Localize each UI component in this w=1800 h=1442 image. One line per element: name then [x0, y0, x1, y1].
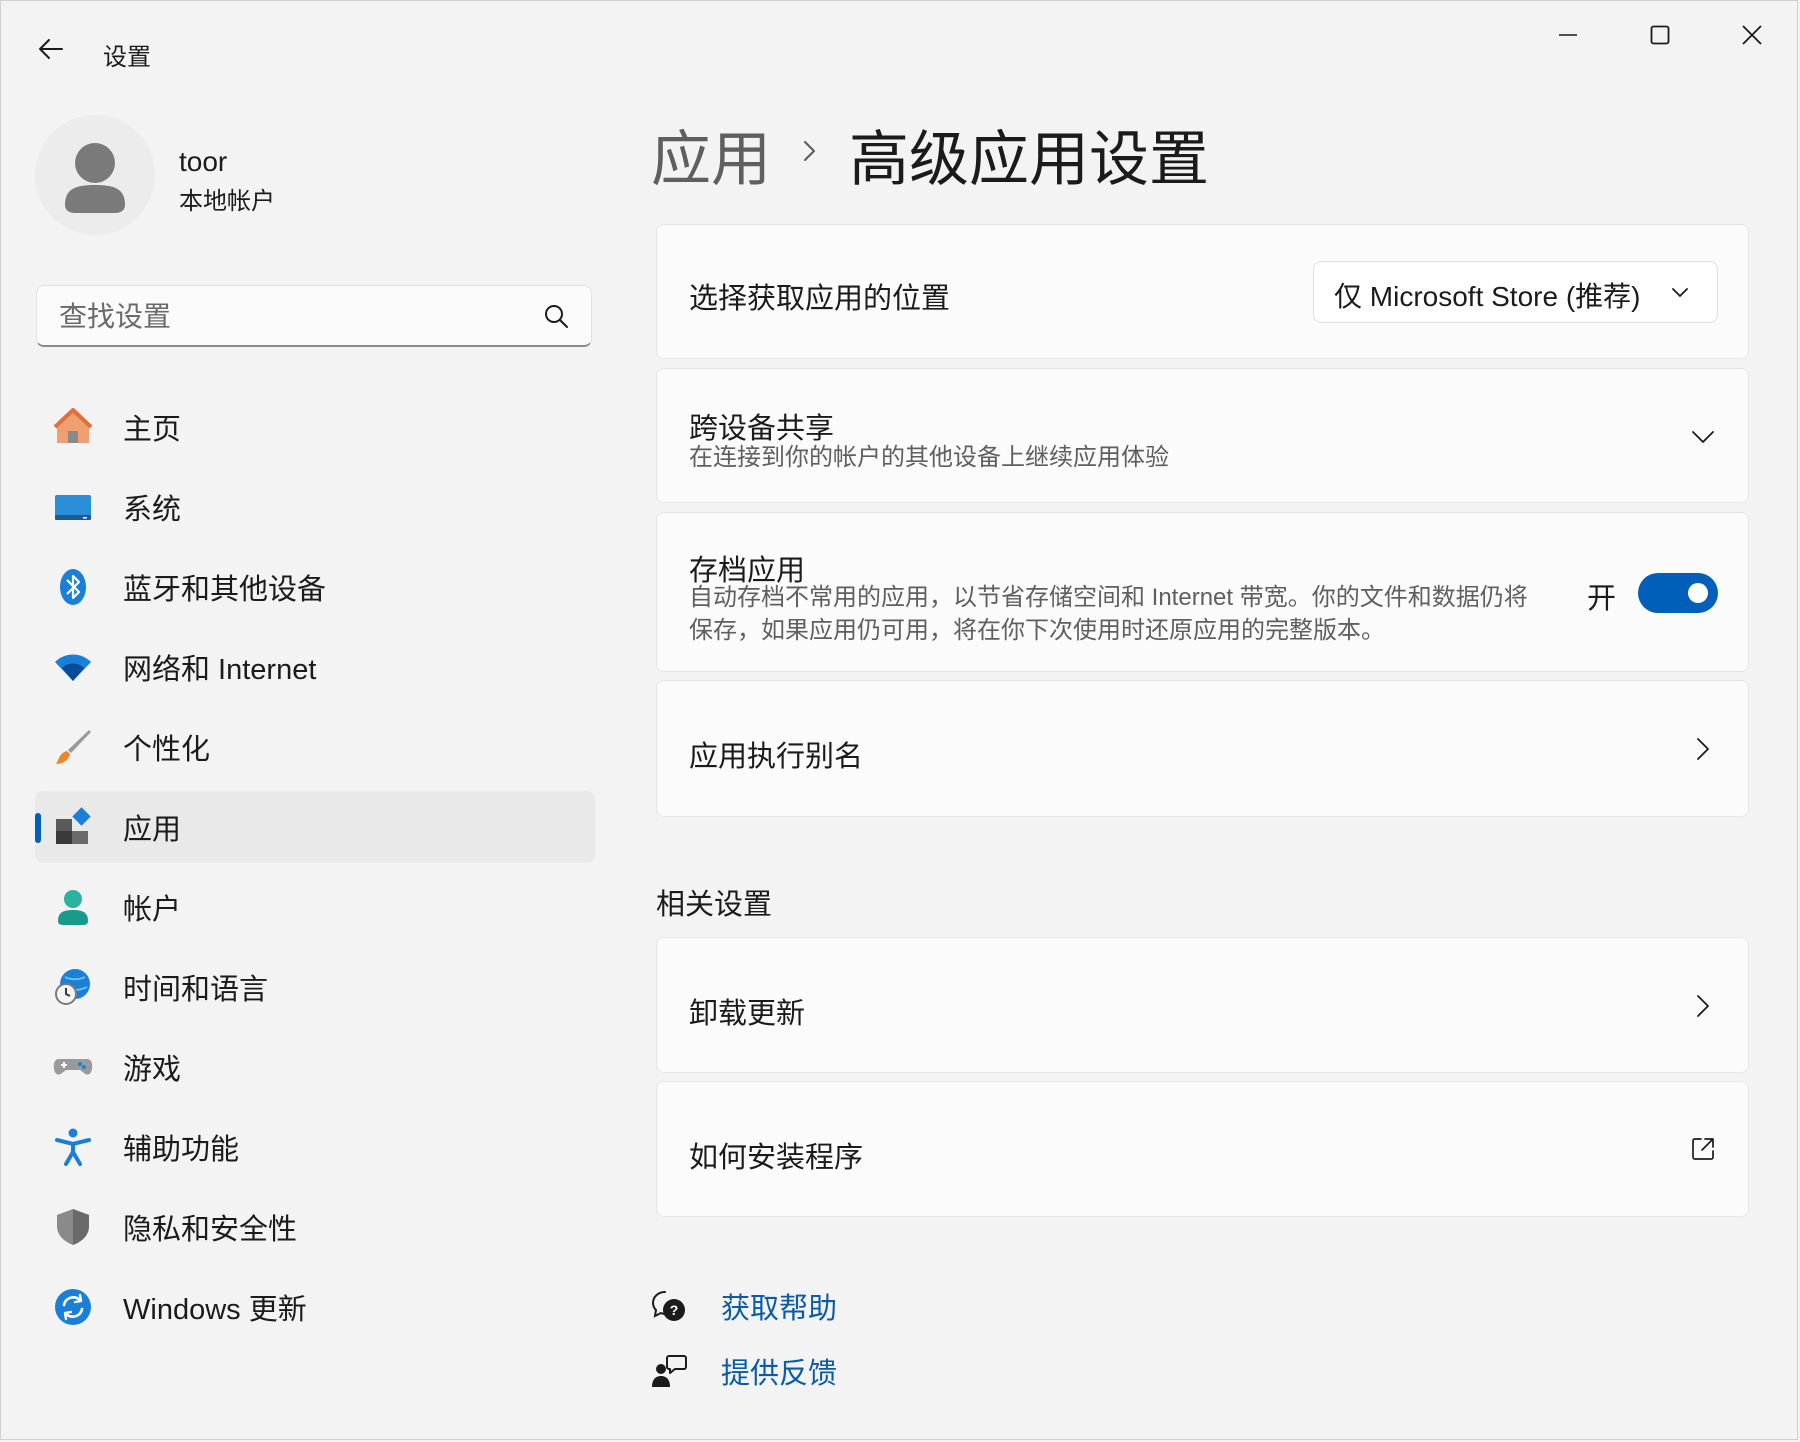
app-source-card: 选择获取应用的位置 仅 Microsoft Store (推荐) [656, 224, 1749, 359]
home-icon [53, 408, 93, 443]
execution-alias-card[interactable]: 应用执行别名 [656, 680, 1749, 817]
wifi-icon [55, 654, 91, 681]
give-feedback-link[interactable]: 提供反馈 [651, 1346, 837, 1396]
app-title: 设置 [103, 44, 151, 71]
how-to-install-card[interactable]: 如何安装程序 [656, 1081, 1749, 1217]
update-sync-icon [55, 1289, 91, 1325]
app-source-selected-value: 仅 Microsoft Store (推荐) [1334, 281, 1641, 312]
chevron-down-icon[interactable] [1690, 424, 1716, 450]
maximize-button[interactable] [1629, 15, 1691, 55]
execution-alias-title: 应用执行别名 [689, 741, 864, 773]
account-icon [58, 890, 88, 925]
sidebar-item-label: 游戏 [123, 1054, 182, 1086]
account-type: 本地帐户 [179, 188, 275, 215]
minimize-button[interactable] [1537, 15, 1599, 55]
close-button[interactable] [1721, 15, 1783, 55]
uninstall-updates-title: 卸载更新 [689, 998, 806, 1030]
avatar[interactable] [35, 115, 155, 235]
app-source-title: 选择获取应用的位置 [689, 283, 951, 315]
related-settings-heading: 相关设置 [656, 889, 773, 921]
sidebar-item-label: 时间和语言 [123, 974, 269, 1006]
close-icon [1742, 25, 1762, 45]
sidebar-item-system[interactable]: 系统 [35, 471, 595, 543]
sidebar-item-bluetooth[interactable]: 蓝牙和其他设备 [35, 551, 595, 623]
app-source-dropdown[interactable]: 仅 Microsoft Store (推荐) [1313, 261, 1718, 323]
sidebar-item-label: 辅助功能 [123, 1134, 240, 1166]
bluetooth-icon [60, 569, 86, 605]
sidebar-item-label: 蓝牙和其他设备 [123, 574, 327, 606]
archive-apps-description-line2: 保存，如果应用仍可用，将在你下次使用时还原应用的完整版本。 [689, 617, 1385, 644]
chevron-right-icon [803, 140, 816, 162]
archive-apps-card: 存档应用 自动存档不常用的应用，以节省存储空间和 Internet 带宽。你的文… [656, 512, 1749, 672]
toggle-knob [1688, 583, 1708, 603]
uninstall-updates-card[interactable]: 卸载更新 [656, 937, 1749, 1073]
sidebar-item-windows-update[interactable]: Windows 更新 [35, 1271, 595, 1343]
sidebar-item-label: 系统 [123, 494, 182, 526]
sidebar-item-personalization[interactable]: 个性化 [35, 711, 595, 783]
user-avatar-icon [65, 143, 125, 213]
cross-device-card[interactable]: 跨设备共享 在连接到你的帐户的其他设备上继续应用体验 [656, 368, 1749, 503]
sidebar-item-apps[interactable]: 应用 [35, 791, 595, 863]
archive-apps-description: 自动存档不常用的应用，以节省存储空间和 Internet 带宽。你的文件和数据仍… [689, 581, 1569, 647]
sidebar-item-home[interactable]: 主页 [35, 391, 595, 463]
sidebar-item-label: Windows 更新 [123, 1294, 307, 1326]
sidebar-item-privacy[interactable]: 隐私和安全性 [35, 1191, 595, 1263]
sidebar-item-label: 网络和 Internet [123, 654, 317, 686]
help-chat-icon: ? [651, 1291, 685, 1321]
back-button[interactable] [31, 29, 71, 69]
page-title: 高级应用设置 [849, 126, 1209, 193]
cross-device-description: 在连接到你的帐户的其他设备上继续应用体验 [689, 444, 1169, 471]
gamepad-icon [53, 1059, 93, 1075]
sidebar-item-label: 帐户 [123, 894, 182, 926]
paintbrush-icon [56, 730, 91, 764]
external-link-icon [1692, 1138, 1714, 1160]
sidebar-item-accessibility[interactable]: 辅助功能 [35, 1111, 595, 1183]
get-help-text: 获取帮助 [721, 1293, 838, 1325]
sidebar-nav: 主页 系统 蓝牙和其他设备 网络和 Internet 个性化 应用 帐户 时间和… [35, 391, 595, 1351]
search-input[interactable] [57, 296, 521, 338]
maximize-icon [1650, 25, 1670, 45]
sidebar-item-label: 个性化 [123, 734, 211, 766]
sidebar-item-gaming[interactable]: 游戏 [35, 1031, 595, 1103]
system-display-icon [55, 495, 91, 520]
chevron-right-icon [1697, 738, 1709, 760]
globe-clock-icon [55, 969, 90, 1005]
sidebar-item-network[interactable]: 网络和 Internet [35, 631, 595, 703]
accessibility-icon [55, 1128, 91, 1166]
back-arrow-icon [39, 39, 63, 59]
feedback-icon [652, 1355, 687, 1387]
give-feedback-text: 提供反馈 [721, 1358, 838, 1390]
shield-icon [57, 1209, 89, 1245]
minimize-icon [1559, 34, 1577, 36]
search-box [36, 285, 592, 347]
user-name: toor [179, 146, 228, 177]
title-bar: 设置 [1, 1, 1797, 101]
sidebar-item-label: 主页 [123, 414, 182, 446]
toggle-state-label: 开 [1587, 583, 1617, 615]
how-to-install-title: 如何安装程序 [689, 1142, 864, 1174]
sidebar-item-accounts[interactable]: 帐户 [35, 871, 595, 943]
apps-icon [56, 807, 91, 844]
chevron-right-icon [1697, 995, 1709, 1017]
chevron-down-icon [1672, 288, 1688, 297]
sidebar-item-label: 隐私和安全性 [123, 1214, 298, 1246]
svg-text:?: ? [670, 1302, 679, 1318]
search-icon[interactable] [543, 303, 569, 329]
settings-window: 设置 toor 本地帐户 查找设置 主页 系统 蓝牙和其他设备 网络和 Inte… [0, 0, 1798, 1440]
sidebar-item-time-language[interactable]: 时间和语言 [35, 951, 595, 1023]
archive-apps-description-line1: 自动存档不常用的应用，以节省存储空间和 Internet 带宽。你的文件和数据仍… [689, 584, 1528, 611]
breadcrumb-parent[interactable]: 应用 [651, 111, 771, 198]
sidebar-item-label: 应用 [123, 814, 182, 846]
archive-apps-toggle[interactable] [1638, 573, 1718, 613]
get-help-link[interactable]: ? 获取帮助 [651, 1281, 837, 1331]
